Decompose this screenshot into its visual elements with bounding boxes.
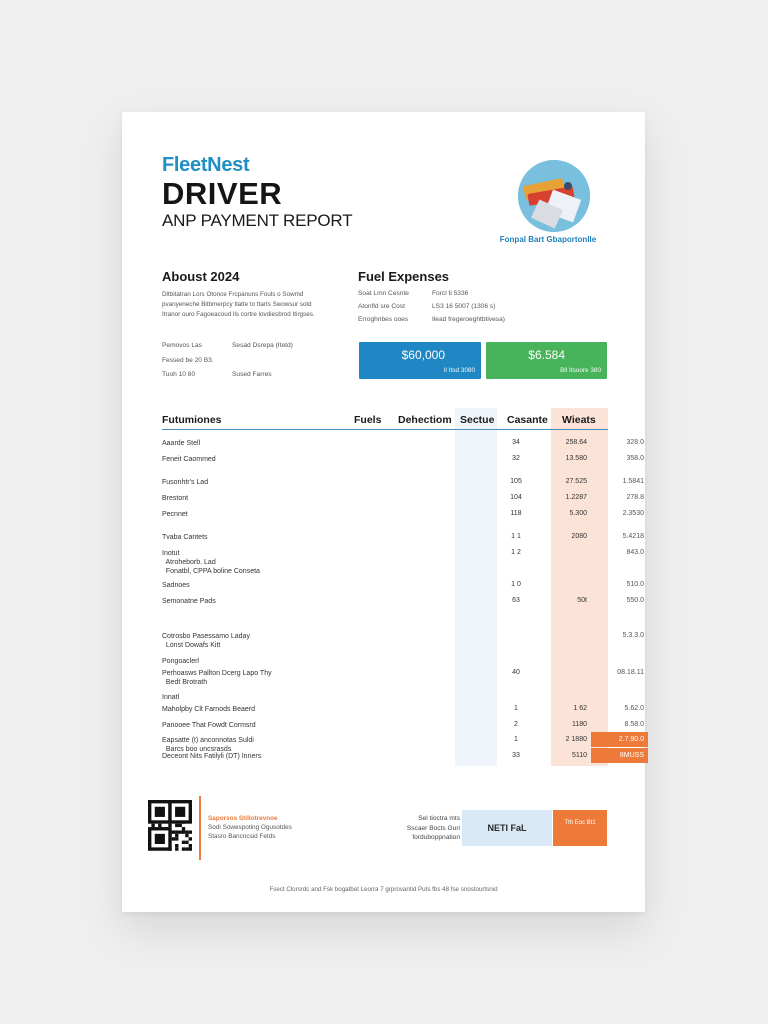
table-header: Futumiones Fuels Dehectiom Sectue Casant…: [162, 410, 608, 430]
row-weight: 278.8: [626, 494, 644, 501]
net-total-highlight: Tth Eoc Bt1: [553, 810, 607, 846]
header-deduction: Dehectiom: [398, 414, 452, 426]
footer-divider: [199, 796, 201, 860]
row-casante: 2080: [571, 533, 587, 540]
row-casante: 5110: [571, 752, 587, 759]
row-casante: 1 62: [573, 705, 587, 712]
row-casante: 1.2287: [565, 494, 587, 501]
row-weight: 5.4218: [622, 533, 644, 540]
row-label: Semonatne Pads: [162, 598, 216, 605]
row-label: Fusonhtr's Lad: [162, 479, 209, 486]
row-section: 1 2: [511, 549, 521, 556]
row-label: Feneit Caommed: [162, 456, 216, 463]
row-label: Cotrosbo Pasessamo Laday Lonst Dowafs Ki…: [162, 633, 250, 649]
row-weight: 2.3530: [622, 510, 644, 517]
row-section: 40: [512, 669, 520, 676]
payment-table: Futumiones Fuels Dehectiom Sectue Casant…: [122, 112, 648, 912]
row-casante: 1180: [571, 721, 587, 728]
row-weight: 2.7.90.0: [591, 732, 648, 747]
row-weight: 08.18.11: [617, 669, 644, 676]
header-casante: Casante: [507, 414, 548, 426]
row-label: Pecnnet: [162, 511, 188, 518]
row-section: 1 1: [511, 533, 521, 540]
row-label: Deceont Nits Fatilyli (DT) Inners: [162, 753, 262, 760]
qr-code-icon: [148, 800, 192, 852]
row-label: Sadnoes: [162, 582, 190, 589]
footer-note: Fsect Clorsrdc and Fsk bogatbet Leorra 7…: [269, 886, 498, 893]
row-section: 104: [510, 494, 522, 501]
row-label: Innatl: [162, 694, 180, 701]
header-fuels: Fuels: [354, 414, 382, 426]
section-column-bg: [455, 408, 497, 766]
row-casante: 258.64: [565, 439, 587, 446]
row-weight: 550.0: [626, 597, 644, 604]
contact-line: Sodi Sowespoting Ogusotdes: [208, 824, 292, 831]
row-weight: 5.3.3.0: [622, 632, 644, 639]
contact-line: Stasro Bancncsid Fetds: [208, 833, 276, 840]
row-weight: 8.58.0: [624, 721, 644, 728]
row-section: 32: [512, 455, 520, 462]
header-category: Futumiones: [162, 414, 222, 426]
row-section: 2: [514, 721, 518, 728]
row-label: Brestont: [162, 495, 189, 502]
row-label: Aaarde Stell: [162, 440, 201, 447]
footer-contact: Saporsos Stillotrevnoe Sodi Sowespoting …: [208, 814, 292, 841]
row-weight: 843.0: [626, 549, 644, 556]
row-section: 1: [514, 705, 518, 712]
row-casante: 5.300: [569, 510, 587, 517]
net-label: Sel tioctra mts Sscaer Bocts Guri fordub…: [406, 815, 460, 841]
row-label: Tvaba Cantets: [162, 534, 208, 541]
row-weight: 1.5841: [622, 478, 644, 485]
row-section: 105: [510, 478, 522, 485]
row-casante: 13.580: [565, 455, 587, 462]
header-section: Sectue: [460, 414, 495, 426]
row-weight: 510.0: [626, 581, 644, 588]
row-label: Perhoasws Pallton Dcerg Lapo Thy Bedt Br…: [162, 670, 272, 686]
row-section: 118: [510, 510, 522, 517]
row-weight: 328.0: [626, 439, 644, 446]
row-weight: 358.0: [626, 455, 644, 462]
row-casante: 50t: [577, 597, 587, 604]
row-section: 1: [514, 736, 518, 743]
net-total-box: NETI FaL: [462, 810, 552, 846]
row-weight: 5.62.0: [624, 705, 644, 712]
row-section: 63: [512, 597, 520, 604]
row-label: Maholpby Clt Farnods Beaerd: [162, 706, 255, 713]
contact-title: Saporsos Stillotrevnoe: [208, 815, 278, 822]
header-weight: Wieats: [562, 414, 596, 426]
row-section: 1 0: [511, 581, 521, 588]
row-label: Pongoaclerl: [162, 658, 199, 665]
row-section: 33: [512, 752, 520, 759]
row-casante: 27.525: [565, 478, 587, 485]
row-weight: 8MUSS: [591, 748, 648, 763]
row-label: Panooee That Fowdt Cormsrd: [162, 722, 256, 729]
row-casante: 2 1880: [565, 736, 587, 743]
row-section: 34: [512, 439, 520, 446]
row-label: Inotut Atroheborb. Lad Fonatbl, CPPA bol…: [162, 550, 260, 575]
